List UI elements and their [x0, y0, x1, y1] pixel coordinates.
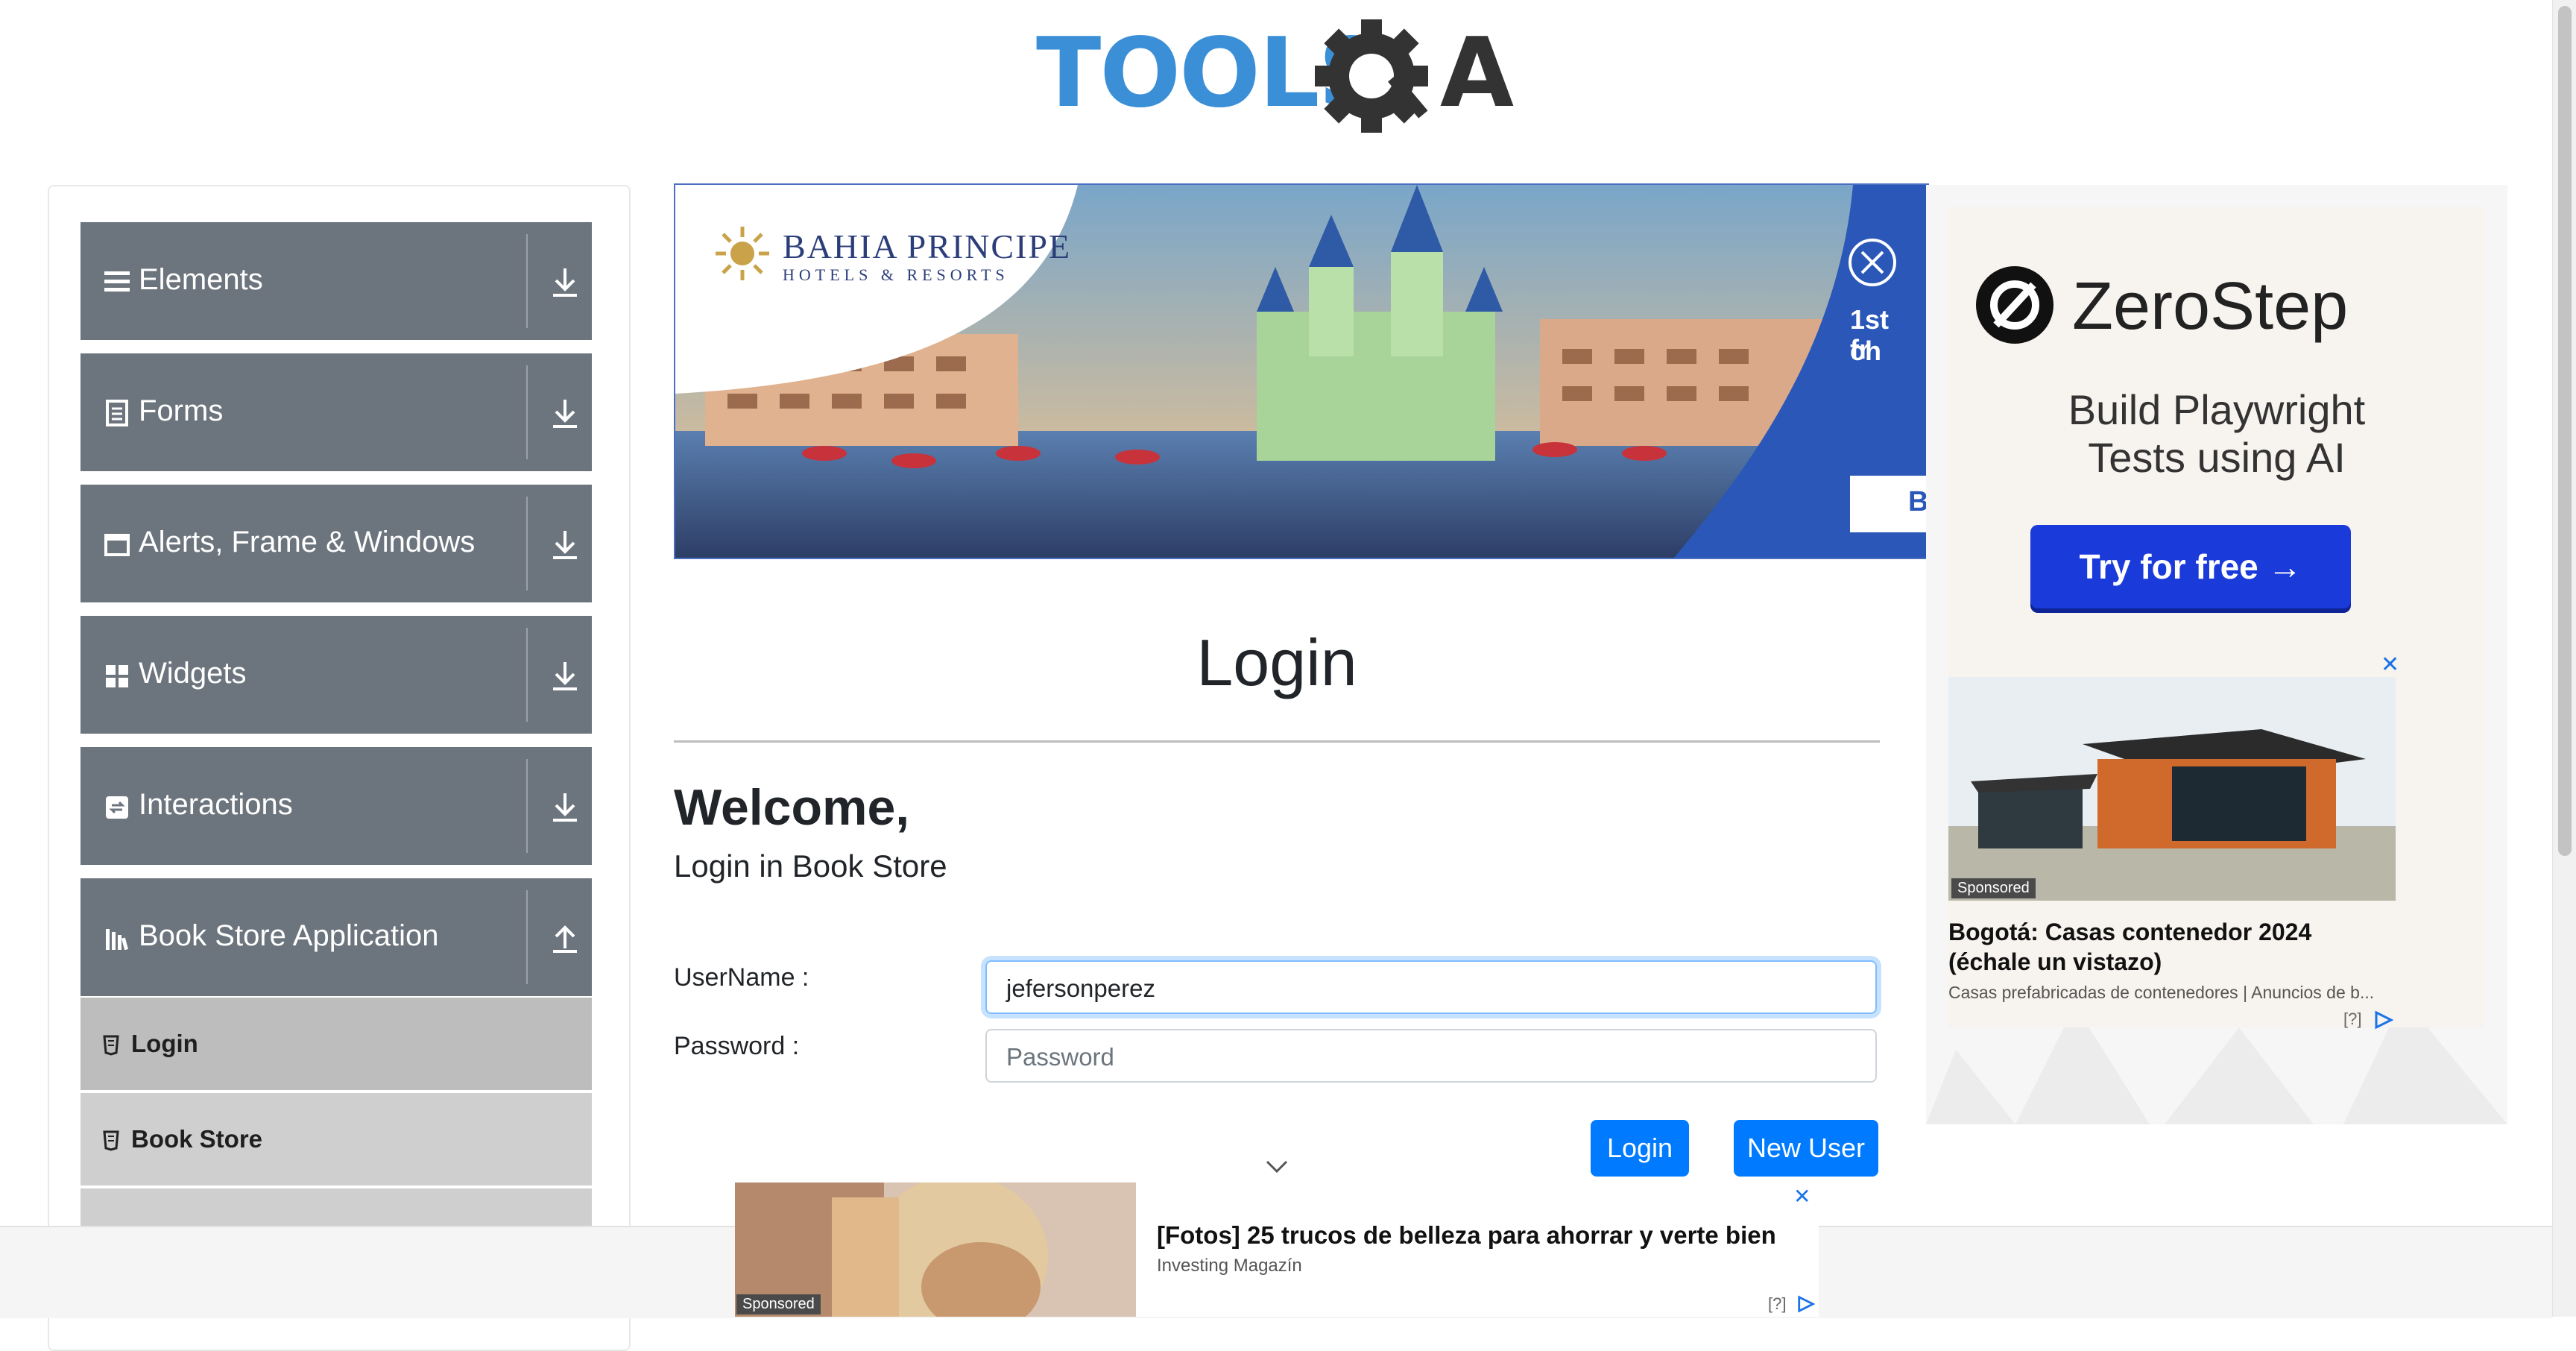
- upload-arrow-icon: [553, 925, 577, 953]
- adchoices-icon[interactable]: [1796, 1294, 1816, 1314]
- login-button[interactable]: Login: [1591, 1120, 1689, 1177]
- ad-info-label[interactable]: [?]: [2343, 1010, 2361, 1029]
- try-for-free-button[interactable]: Try for free →: [2030, 525, 2351, 608]
- divider: [526, 497, 528, 591]
- zerostep-logo-icon: [1976, 266, 2053, 344]
- sidebar-group-bookstore[interactable]: Book Store Application: [80, 878, 592, 996]
- sponsored-label: Sponsored: [736, 1294, 821, 1314]
- sidebar-group-label: Interactions: [139, 788, 293, 821]
- bottom-sponsored-ad[interactable]: Sponsored [Fotos] 25 trucos de belleza p…: [735, 1182, 1819, 1317]
- bookstore-icon: [106, 929, 128, 951]
- password-input[interactable]: Password: [985, 1029, 1877, 1083]
- sidebar-group-label: Elements: [139, 263, 263, 296]
- container-house-image: Sponsored: [1948, 677, 2396, 901]
- download-arrow-icon: [553, 662, 577, 690]
- download-arrow-icon: [553, 268, 577, 297]
- divider: [526, 234, 528, 328]
- new-user-button[interactable]: New User: [1734, 1120, 1878, 1177]
- logo-a-text: A: [1440, 18, 1514, 129]
- list-icon: [104, 271, 130, 292]
- banner-promo-line2: fr: [1850, 334, 1869, 365]
- zerostep-brand: ZeroStep: [2072, 269, 2349, 344]
- welcome-heading: Welcome,: [674, 779, 910, 836]
- ad-source: Investing Magazín: [1157, 1256, 1302, 1276]
- ad-thumbnail-image: Sponsored: [735, 1182, 1136, 1317]
- sidebar-group-label: Widgets: [139, 657, 247, 690]
- chevron-down-icon[interactable]: [1266, 1159, 1288, 1175]
- toolsqa-logo[interactable]: TOOLS A: [1036, 18, 1524, 137]
- widgets-icon: [106, 665, 128, 687]
- download-arrow-icon: [553, 793, 577, 822]
- hotel-banner-ad[interactable]: BAHIA PRINCIPE HOTELS & RESORTS 1st ch f…: [674, 183, 1929, 559]
- sidebar-group-label: Book Store Application: [139, 919, 439, 952]
- sidebar-group-label: Alerts, Frame & Windows: [139, 526, 476, 558]
- ad-title[interactable]: Bogotá: Casas contenedor 2024 (échale un…: [1948, 917, 2396, 977]
- window-icon: [104, 534, 130, 556]
- sidebar-item-label: Login: [131, 1030, 198, 1057]
- divider: [526, 628, 528, 722]
- sponsored-label: Sponsored: [1951, 878, 2036, 898]
- login-subtitle: Login in Book Store: [674, 848, 947, 884]
- zerostep-ad[interactable]: ZeroStep Build Playwright Tests using AI…: [1948, 207, 2484, 1030]
- document-icon: [106, 400, 128, 426]
- username-label: UserName :: [674, 963, 809, 992]
- download-arrow-icon: [553, 531, 577, 559]
- divider: [526, 890, 528, 984]
- right-ad-panel[interactable]: ZeroStep Build Playwright Tests using AI…: [1926, 185, 2507, 1124]
- sidebar-group-alerts[interactable]: Alerts, Frame & Windows: [80, 485, 592, 602]
- sidebar-item-book-store[interactable]: Book Store: [80, 1093, 592, 1185]
- sidebar-group-label: Forms: [139, 394, 224, 427]
- divider: [674, 740, 1880, 743]
- sidebar-group-widgets[interactable]: Widgets: [80, 616, 592, 734]
- gear-icon: [1315, 19, 1428, 133]
- sidebar-group-elements[interactable]: Elements: [80, 222, 592, 340]
- interactions-icon: [106, 796, 128, 819]
- html-file-icon: [103, 1130, 119, 1151]
- sidebar-group-forms[interactable]: Forms: [80, 353, 592, 471]
- divider: [526, 365, 528, 459]
- close-icon[interactable]: ✕: [2381, 652, 2399, 678]
- adchoices-icon[interactable]: [2373, 1010, 2394, 1030]
- ad-info-label[interactable]: [?]: [1768, 1294, 1786, 1314]
- ad-title[interactable]: [Fotos] 25 trucos de belleza para ahorra…: [1157, 1221, 1776, 1250]
- zerostep-headline: Build Playwright Tests using AI: [2068, 386, 2366, 481]
- scrollbar-thumb[interactable]: [2558, 6, 2572, 856]
- banner-brand: BAHIA PRINCIPE: [783, 227, 1072, 265]
- sidebar-item-label: Book Store: [131, 1125, 263, 1153]
- logo-graphic: TOOLS A: [1036, 18, 1515, 133]
- password-label: Password :: [674, 1032, 800, 1060]
- banner-brand-sub: HOTELS & RESORTS: [783, 265, 1009, 284]
- sun-logo-icon: [716, 227, 769, 280]
- sidebar-item-login[interactable]: Login: [80, 998, 592, 1090]
- page-title: Login: [1196, 626, 1357, 699]
- download-arrow-icon: [553, 400, 577, 428]
- divider: [526, 759, 528, 853]
- sidebar-group-interactions[interactable]: Interactions: [80, 747, 592, 865]
- ad-source: Casas prefabricadas de contenedores | An…: [1948, 983, 2375, 1002]
- html-file-icon: [103, 1035, 119, 1056]
- close-icon[interactable]: ✕: [1793, 1184, 1811, 1209]
- username-input[interactable]: jefersonperez: [985, 960, 1877, 1014]
